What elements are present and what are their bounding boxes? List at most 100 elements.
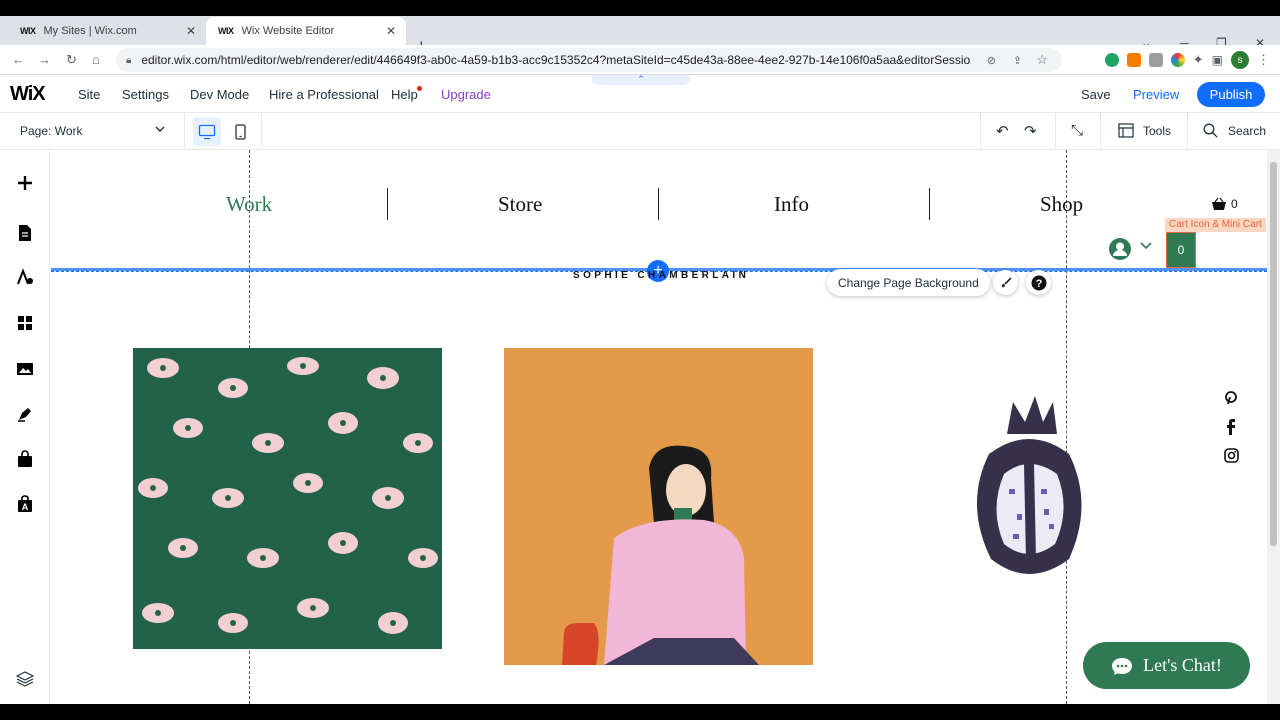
close-tab-icon[interactable]: ✕ [386,24,396,38]
member-avatar[interactable] [1109,238,1131,260]
menu-help[interactable]: Help [391,87,418,102]
cart-count: 0 [1231,197,1238,211]
menu-settings[interactable]: Settings [122,87,169,102]
page-toolbar: Page: Work ↶ ↷ ⤡ Tools Search [0,113,1280,150]
selected-cart-element[interactable]: 0 [1166,232,1196,268]
zoom-out-icon[interactable]: ⤡ [1071,122,1083,139]
wix-favicon-icon: WIX [218,26,234,36]
search-icon[interactable] [1203,123,1218,143]
nav-divider [658,188,659,220]
browser-tabbar: WIX My Sites | Wix.com ✕ WIX Wix Website… [0,16,1280,56]
divider [1100,113,1101,150]
help-icon[interactable]: ? [1026,270,1051,295]
search-button[interactable]: Search [1228,124,1266,138]
gallery-image-hands-pattern[interactable] [133,348,442,649]
facebook-icon[interactable] [1221,417,1241,437]
site-name[interactable]: SOPHIE CHAMBERLAIN [573,270,749,281]
collapse-toolbar-icon[interactable]: ⌃ [592,75,690,85]
menu-hire-professional[interactable]: Hire a Professional [269,87,379,102]
save-button[interactable]: Save [1081,87,1111,102]
publish-button[interactable]: Publish [1197,82,1265,107]
svg-text:A: A [22,502,29,512]
tab-wix-editor[interactable]: WIX Wix Website Editor ✕ [206,17,406,45]
divider [1187,113,1188,150]
menu-dev-mode[interactable]: Dev Mode [190,87,249,102]
pages-menu-icon[interactable] [13,221,37,245]
svg-text:?: ? [1035,278,1042,290]
design-brush-icon[interactable] [993,270,1018,295]
grammarly-extension-icon[interactable] [1104,53,1119,67]
tools-icon[interactable] [1118,123,1134,143]
site-nav-info[interactable]: Info [774,192,809,217]
instagram-icon[interactable] [1221,445,1241,465]
chevron-down-icon[interactable] [1140,239,1152,253]
cart-widget-count: 0 [1177,243,1185,257]
menu-upgrade[interactable]: Upgrade [441,87,491,102]
divider [980,113,981,150]
blog-icon[interactable] [13,402,37,426]
tools-button[interactable]: Tools [1143,124,1171,138]
media-icon[interactable] [13,357,37,381]
basket-icon [1212,197,1226,210]
change-page-background-button[interactable]: Change Page Background [827,269,990,296]
back-icon[interactable]: ← [12,52,25,67]
wix-favicon-icon: WIX [20,26,36,36]
sidepanel-icon[interactable]: ▣ [1212,53,1223,67]
divider [184,113,185,150]
rss-extension-icon[interactable] [1126,53,1141,67]
nav-divider [929,188,930,220]
site-nav-work[interactable]: Work [226,192,272,217]
desktop-view-button[interactable] [193,117,221,146]
undo-icon[interactable]: ↶ [996,122,1009,140]
store-icon[interactable] [13,447,37,471]
divider [1055,113,1056,150]
preview-button[interactable]: Preview [1133,87,1179,102]
layers-icon[interactable] [13,667,37,691]
close-tab-icon[interactable]: ✕ [186,24,196,38]
mobile-view-button[interactable] [229,117,251,146]
chevron-down-icon[interactable] [154,123,166,138]
tab-my-sites[interactable]: WIX My Sites | Wix.com ✕ [8,17,206,45]
help-notification-dot [417,86,422,91]
site-design-icon[interactable] [13,265,37,289]
reload-icon[interactable]: ↻ [66,52,77,68]
puzzle-extensions-icon[interactable]: ✦ [1193,52,1204,68]
screen: WIX My Sites | Wix.com ✕ WIX Wix Website… [0,0,1280,720]
forward-icon[interactable]: → [38,52,51,67]
wix-logo[interactable]: WiX [10,83,46,106]
bookmark-star-icon[interactable]: ☆ [1036,52,1048,68]
site-nav-shop[interactable]: Shop [1040,192,1083,217]
nav-divider [387,188,388,220]
extension-icon[interactable] [1148,53,1163,67]
redo-icon[interactable]: ↷ [1024,122,1037,140]
cart-icon-widget[interactable]: 0 [1211,197,1238,211]
menu-site[interactable]: Site [78,87,100,102]
tab-title: Wix Website Editor [241,25,335,37]
page-selector[interactable]: Page: Work [20,124,82,138]
lets-chat-button[interactable]: Let's Chat! [1083,642,1250,689]
url-text: editor.wix.com/html/editor/web/renderer/… [141,53,972,67]
scrollbar-thumb[interactable] [1270,162,1277,546]
home-icon[interactable]: ⌂ [92,52,100,67]
gallery-image-pomegranate[interactable] [969,394,1089,584]
divider [261,113,262,150]
chat-label: Let's Chat! [1143,655,1222,675]
color-extension-icon[interactable] [1170,53,1185,67]
canvas-scrollbar[interactable] [1267,150,1280,704]
desktop-icon [198,124,216,139]
profile-avatar[interactable]: s [1231,51,1249,69]
pinterest-icon[interactable] [1221,388,1241,408]
share-icon[interactable]: ⇪ [1013,54,1022,67]
add-elements-icon[interactable] [13,171,37,195]
site-nav-store[interactable]: Store [498,192,542,217]
browser-menu-icon[interactable]: ⋮ [1257,52,1270,68]
extensions-bar: ✦ ▣ s ⋮ [1104,48,1270,72]
gallery-image-woman-illustration[interactable] [504,348,813,665]
editor-canvas[interactable]: Work Store Info Shop 0 Cart Icon & Mini … [51,150,1267,704]
business-icon[interactable]: A [13,492,37,516]
chat-bubble-icon [1112,657,1133,675]
page-value: Work [54,124,83,138]
url-input[interactable]: 🔒︎ editor.wix.com/html/editor/web/render… [116,48,1062,72]
add-apps-icon[interactable] [13,311,37,335]
eye-off-icon[interactable]: ⊘ [987,54,996,67]
